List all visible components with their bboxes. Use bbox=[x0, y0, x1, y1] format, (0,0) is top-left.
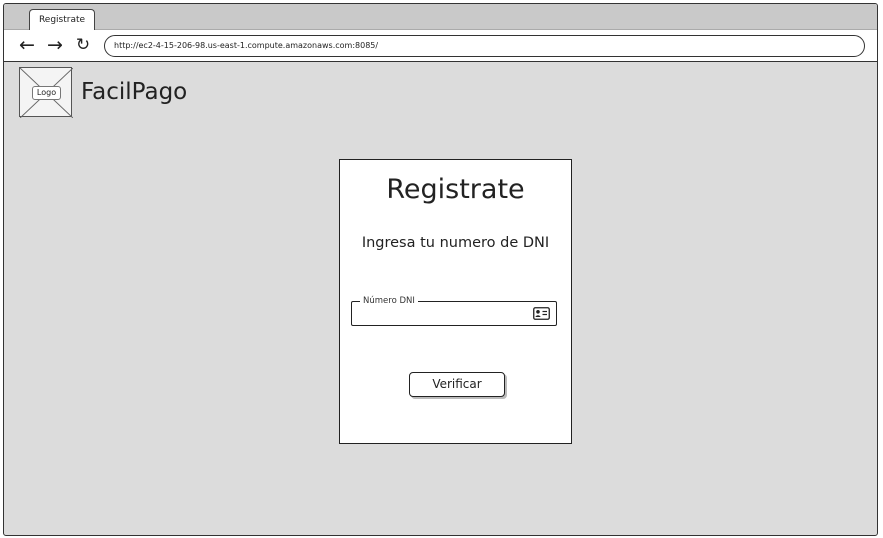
browser-window: Registrate ← → ↻ http://ec2-4-15-206-98.… bbox=[3, 3, 878, 536]
dni-input[interactable] bbox=[358, 308, 518, 322]
tab-bar: Registrate bbox=[4, 4, 877, 31]
card-subtitle: Ingresa tu numero de DNI bbox=[361, 235, 550, 251]
arrow-right-icon[interactable]: → bbox=[44, 34, 66, 56]
arrow-left-icon[interactable]: ← bbox=[16, 34, 38, 56]
logo-label: Logo bbox=[32, 86, 61, 100]
verify-button[interactable]: Verificar bbox=[409, 372, 505, 397]
tab-registrate[interactable]: Registrate bbox=[29, 9, 95, 31]
logo-placeholder: Logo bbox=[19, 67, 73, 118]
browser-toolbar: ← → ↻ http://ec2-4-15-206-98.us-east-1.c… bbox=[4, 30, 877, 62]
registration-card: Registrate Ingresa tu numero de DNI Núme… bbox=[339, 159, 572, 444]
card-title: Registrate bbox=[386, 174, 525, 205]
dni-field[interactable]: Número DNI bbox=[351, 295, 557, 326]
dni-field-label: Número DNI bbox=[360, 295, 418, 307]
brand-name[interactable]: FacilPago bbox=[81, 79, 187, 105]
address-bar[interactable]: http://ec2-4-15-206-98.us-east-1.compute… bbox=[104, 35, 865, 57]
id-card-icon bbox=[533, 307, 550, 320]
page-content: Logo FacilPago Registrate Ingresa tu num… bbox=[4, 62, 877, 535]
reload-icon[interactable]: ↻ bbox=[72, 34, 94, 56]
